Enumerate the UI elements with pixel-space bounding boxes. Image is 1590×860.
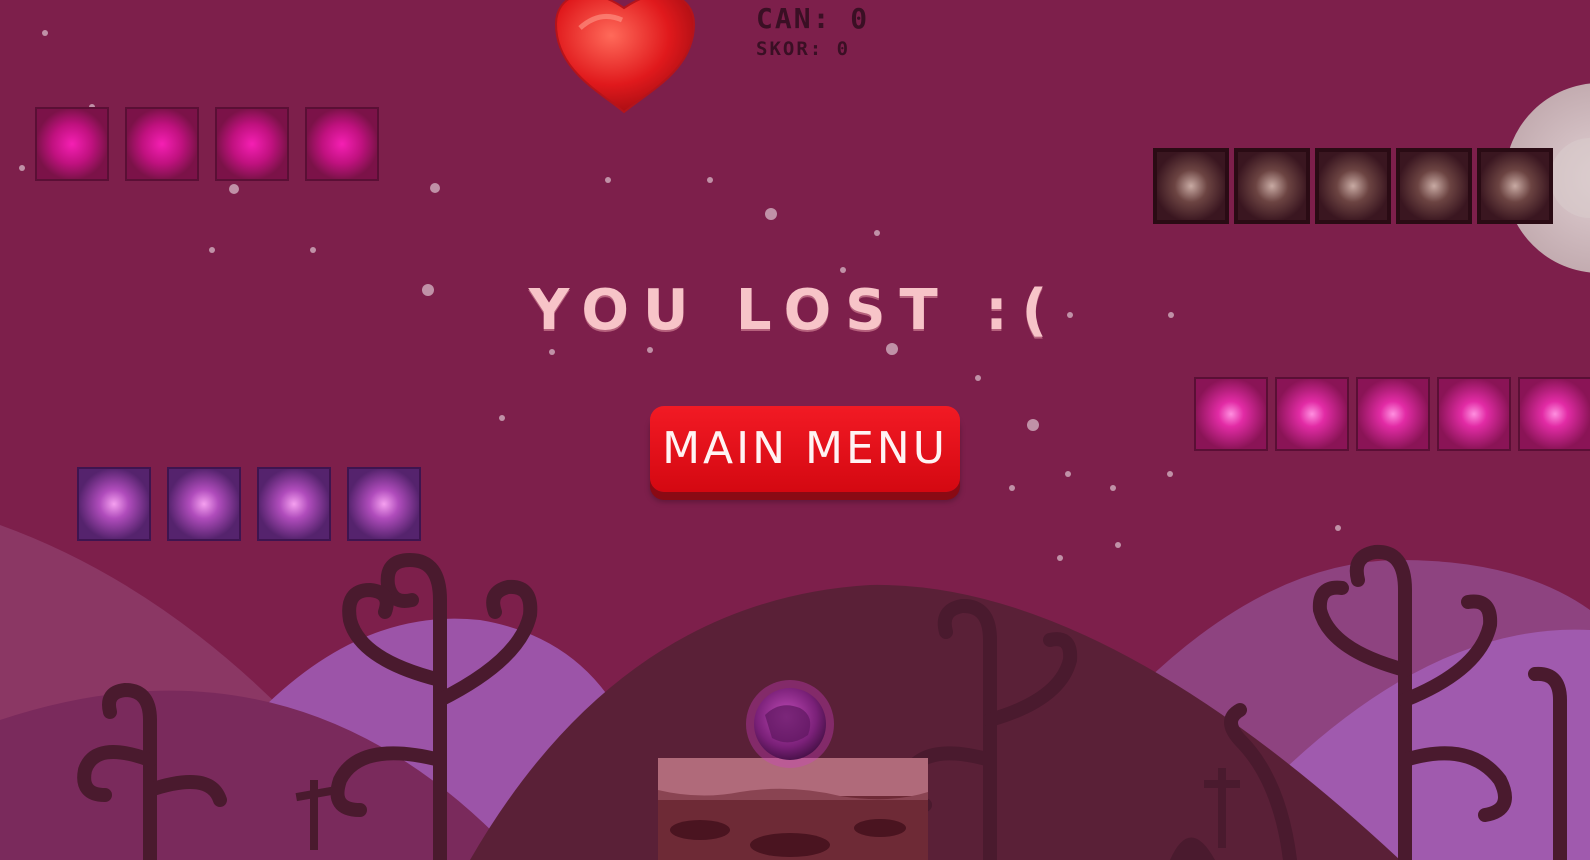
pink-block-row-right: [1194, 377, 1590, 451]
score-counter: SKOR: 0: [756, 38, 851, 60]
dark-block-row-top-right: [1153, 148, 1553, 224]
game-over-title: YOU LOST :(: [528, 278, 1062, 343]
purple-block-row-left: [77, 467, 421, 541]
main-menu-button[interactable]: MAIN MENU: [650, 406, 960, 492]
player-ball: [746, 680, 834, 768]
pink-block-row-top-left: [35, 107, 379, 181]
heart-icon: [554, 0, 696, 114]
ground-platform: [658, 758, 928, 860]
lives-counter: CAN: 0: [756, 2, 870, 35]
